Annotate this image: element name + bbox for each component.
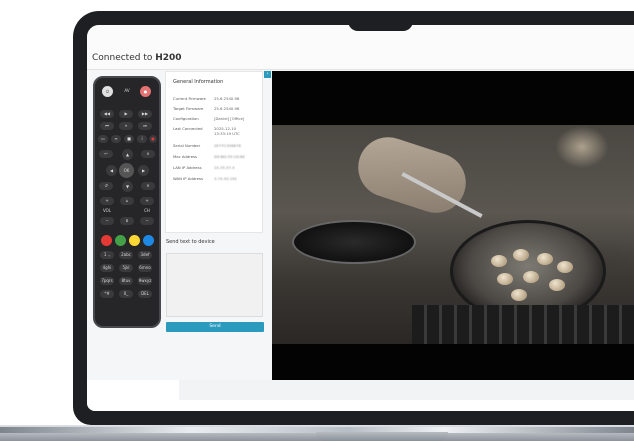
vol-down-button[interactable]: − — [100, 217, 114, 225]
ch-down-button[interactable]: − — [140, 217, 154, 225]
send-text-input[interactable] — [166, 253, 263, 317]
left-button[interactable]: ◀ — [106, 165, 117, 176]
ch-up-button[interactable]: + — [140, 197, 154, 205]
video-dumpling — [537, 253, 553, 265]
up-button[interactable]: ▲ — [122, 149, 133, 160]
video-dumpling — [557, 261, 573, 273]
info-label: Last Connected — [173, 126, 203, 131]
ch-label: CH — [144, 208, 150, 213]
general-info-panel: General Information Current Firmware 25.… — [165, 71, 263, 233]
video-dumpling — [497, 273, 513, 285]
video-pot — [292, 220, 416, 264]
play-button[interactable]: ▶ — [119, 110, 133, 118]
video-dumpling — [511, 289, 527, 301]
info-value: 13:33:19 UTC — [214, 131, 240, 136]
red-button[interactable] — [101, 235, 112, 246]
key-6[interactable]: 6mno — [138, 264, 152, 272]
key-3[interactable]: 3def — [138, 251, 152, 259]
pause-button[interactable]: ⏸ — [119, 122, 133, 130]
video-dumpling — [513, 249, 529, 261]
key-2[interactable]: 2abc — [119, 251, 133, 259]
ok-button[interactable]: OK — [119, 163, 134, 178]
video-dumpling — [491, 255, 507, 267]
video-arm — [350, 129, 474, 221]
video-dumpling — [523, 271, 539, 283]
key-0[interactable]: 0_ — [119, 290, 133, 298]
av-label: AV — [124, 88, 130, 93]
back-button[interactable]: ↩ — [99, 150, 113, 158]
record-button[interactable]: ● — [149, 135, 157, 143]
next-button[interactable]: ⏭ — [138, 122, 152, 130]
vol-label: VOL — [102, 208, 112, 213]
info-value: 3.74.40.192 — [214, 176, 237, 181]
fast-forward-button[interactable]: ▶▶ — [138, 110, 152, 118]
green-button[interactable] — [115, 235, 126, 246]
info-label: Configuration — [173, 116, 199, 121]
device-name: H200 — [155, 53, 182, 63]
replay-button[interactable]: ↺ — [99, 182, 113, 190]
connected-prefix: Connected to — [92, 53, 153, 63]
key-9[interactable]: 9wxyz — [138, 277, 152, 285]
key-8[interactable]: 8tuv — [119, 277, 133, 285]
info-value: D9:BD:35:1D:8E — [214, 154, 245, 159]
info-title: General Information — [173, 79, 224, 85]
video-preview — [272, 71, 634, 380]
key-7[interactable]: 7pqrs — [100, 277, 114, 285]
key-del[interactable]: DEL — [138, 290, 152, 298]
footer-strip — [179, 380, 634, 400]
video-dumpling — [549, 279, 565, 291]
remote-control: ⏻ AV ● ◀◀ ▶ ▶▶ ⏮ ⏸ ⏭ ▭ ≡ ■ i ● ↩ ▲ ℹ ◀ O… — [93, 76, 161, 328]
video-frame — [272, 125, 634, 344]
yellow-button[interactable] — [129, 235, 140, 246]
blue-button[interactable] — [143, 235, 154, 246]
menu-down-button[interactable]: ⬇ — [120, 217, 134, 225]
record-list-button[interactable]: ≡ — [111, 135, 121, 143]
key-star-hash[interactable]: *# — [100, 290, 114, 298]
down-button[interactable]: ▼ — [122, 181, 133, 192]
home-button[interactable]: ⌂ — [120, 197, 134, 205]
info-value: 2ET-Y1306876 — [214, 143, 241, 148]
info-value: 10.35.57.4 — [214, 165, 235, 170]
page-title: Connected to H200 — [92, 53, 182, 63]
info-label: Serial Number — [173, 143, 201, 148]
info-button[interactable]: i — [137, 135, 147, 143]
laptop-screen: Connected to H200 ⏻ AV ● ◀◀ ▶ ▶▶ ⏮ ⏸ ⏭ ▭… — [87, 25, 634, 411]
info-circle-button[interactable]: ℹ — [141, 150, 155, 158]
mute-button[interactable]: ● — [140, 86, 151, 97]
right-button[interactable]: ▶ — [138, 165, 149, 176]
info-label: WAN IP Address — [173, 176, 203, 181]
video-stove-grate — [412, 305, 634, 344]
guide-button[interactable]: ▭ — [98, 135, 108, 143]
camera-notch — [348, 11, 413, 31]
laptop-open-notch — [316, 432, 448, 441]
app-header: Connected to H200 — [87, 25, 634, 70]
vol-up-button[interactable]: + — [100, 197, 114, 205]
key-5[interactable]: 5jkl — [119, 264, 133, 272]
send-text-label: Send text to device — [166, 239, 215, 245]
key-4[interactable]: 4ghi — [100, 264, 114, 272]
info-label: LAN IP Address — [173, 165, 202, 170]
rewind-button[interactable]: ◀◀ — [100, 110, 114, 118]
info-value: 25.6.2540.98 — [214, 96, 240, 101]
send-button[interactable]: Send — [166, 322, 264, 332]
key-1[interactable]: 1 ., — [100, 251, 114, 259]
info-label: Target Firmware — [173, 106, 204, 111]
info-label: Current Firmware — [173, 96, 206, 101]
app-footer — [87, 380, 634, 411]
prev-button[interactable]: ⏮ — [100, 122, 114, 130]
info-value: 25.6.2540.98 — [214, 106, 240, 111]
power-button[interactable]: ⏻ — [102, 86, 113, 97]
exit-button[interactable]: ✕ — [141, 182, 155, 190]
collapse-chevron-icon[interactable]: ‹ — [264, 71, 271, 78]
info-label: Mac Address — [173, 154, 198, 159]
stop-button[interactable]: ■ — [124, 135, 134, 143]
info-value: [Daniel] [Office] — [214, 116, 245, 121]
